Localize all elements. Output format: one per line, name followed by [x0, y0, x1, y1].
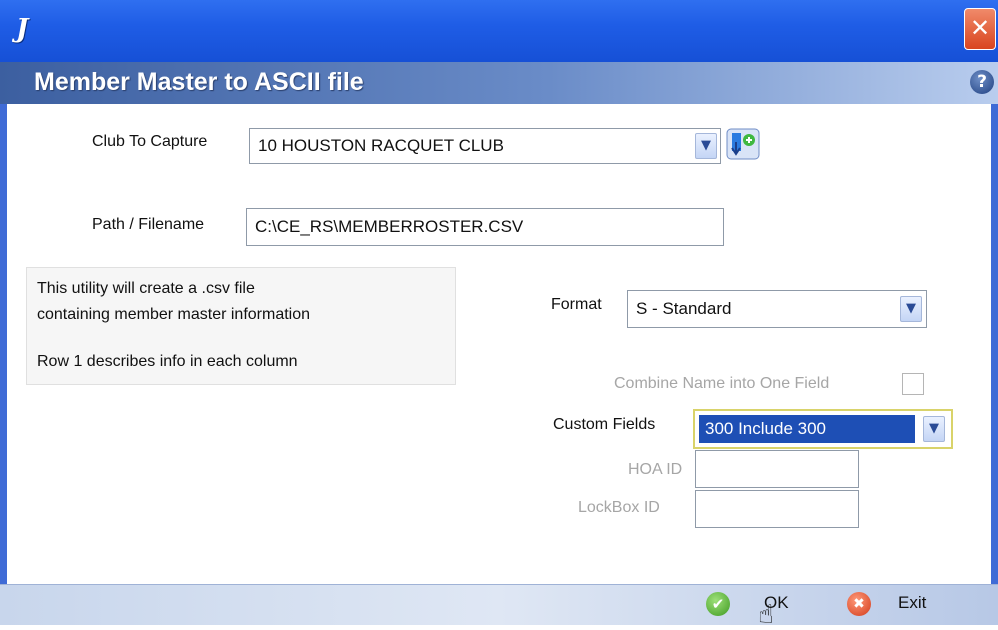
combine-name-checkbox[interactable]	[902, 373, 924, 395]
dialog-window: J ✕ Member Master to ASCII file ? Club T…	[0, 0, 998, 630]
page-title: Member Master to ASCII file	[34, 68, 364, 96]
info-line: containing member master information	[37, 306, 311, 323]
chevron-down-icon[interactable]: ▼	[923, 416, 945, 442]
info-line: This utility will create a .csv file	[37, 280, 255, 297]
lockbox-id-input[interactable]	[695, 490, 859, 528]
hoa-id-label: HOA ID	[628, 461, 683, 478]
frame-left-border	[0, 104, 7, 584]
hand-cursor-icon: ☝	[758, 600, 774, 630]
lockbox-id-label: LockBox ID	[578, 499, 660, 516]
club-label: Club To Capture	[92, 133, 208, 150]
custom-fields-select[interactable]: 300 Include 300 ▼	[693, 409, 953, 449]
info-line: Row 1 describes info in each column	[37, 353, 298, 370]
help-icon[interactable]: ?	[970, 70, 994, 94]
dialog-header: Member Master to ASCII file ?	[0, 62, 998, 104]
custom-fields-value: 300 Include 300	[699, 415, 915, 443]
chevron-down-icon[interactable]: ▼	[695, 133, 717, 159]
app-logo-icon: J	[16, 14, 29, 44]
export-icon[interactable]	[726, 128, 760, 160]
path-input[interactable]: C:\CE_RS\MEMBERROSTER.CSV	[246, 208, 724, 246]
combine-name-label: Combine Name into One Field	[614, 375, 830, 392]
format-label: Format	[551, 296, 602, 313]
custom-fields-label: Custom Fields	[553, 416, 656, 433]
exit-button[interactable]: Exit	[898, 593, 926, 613]
format-select-value: S - Standard	[636, 299, 732, 318]
chevron-down-icon[interactable]: ▼	[900, 296, 922, 322]
hoa-id-input[interactable]	[695, 450, 859, 488]
close-button[interactable]: ✕	[964, 8, 996, 50]
club-select[interactable]: 10 HOUSTON RACQUET CLUB ▼	[249, 128, 721, 164]
title-bar[interactable]: J ✕	[0, 0, 998, 62]
check-icon[interactable]: ✔	[706, 592, 730, 616]
frame-right-border	[991, 104, 998, 584]
footer-bar: ✔ OK ✖ Exit	[0, 584, 998, 625]
exit-icon[interactable]: ✖	[847, 592, 871, 616]
path-label: Path / Filename	[92, 216, 205, 233]
info-panel: This utility will create a .csv file con…	[26, 267, 456, 385]
format-select[interactable]: S - Standard ▼	[627, 290, 927, 328]
club-select-value: 10 HOUSTON RACQUET CLUB	[258, 136, 504, 155]
